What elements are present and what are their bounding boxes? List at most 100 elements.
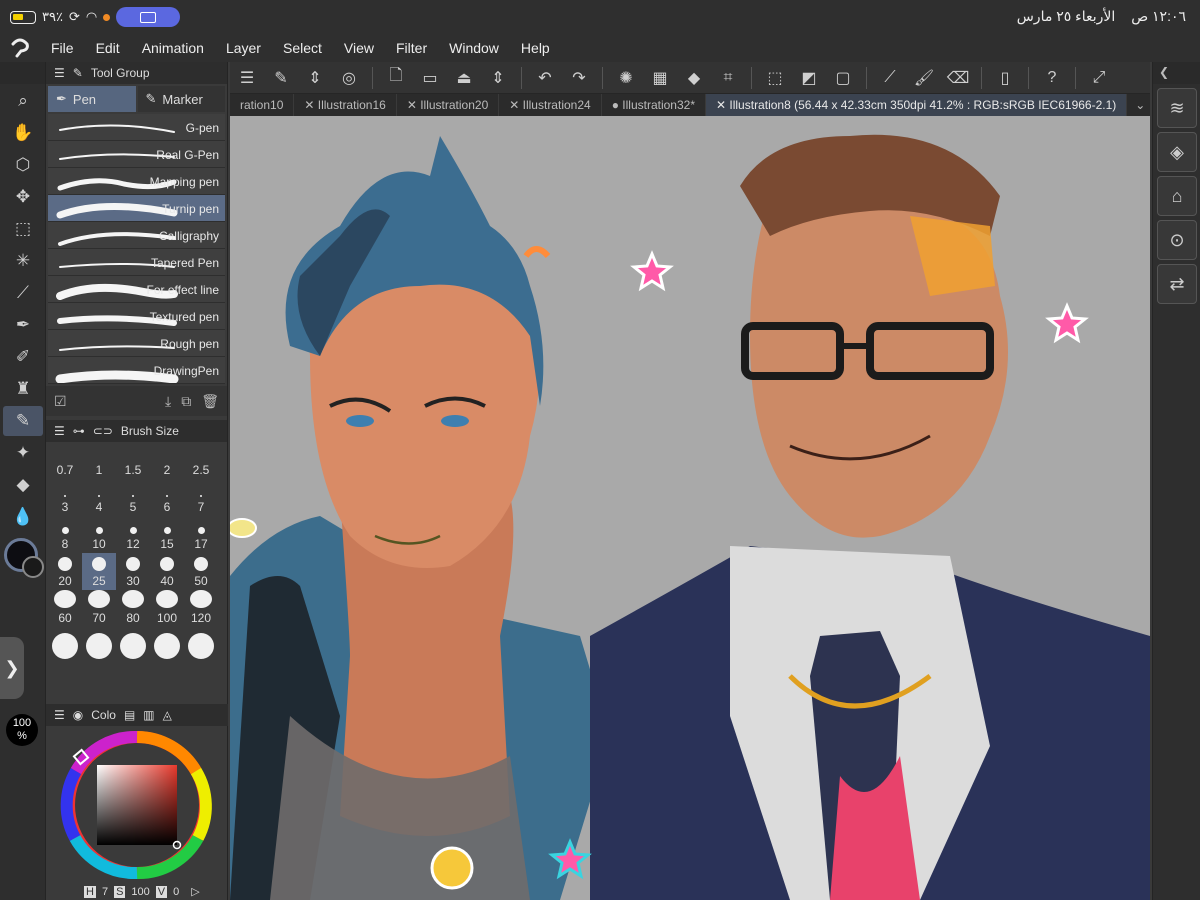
- up-down-chevron-icon-2[interactable]: ⇕: [481, 63, 515, 93]
- layers-icon[interactable]: ≋: [1157, 88, 1197, 128]
- brush-size-option[interactable]: 40: [150, 553, 184, 590]
- brush-size-option[interactable]: 30: [116, 553, 150, 590]
- tab-illustration8[interactable]: ✕ Illustration8 (56.44 x 42.33cm 350dpi …: [706, 94, 1128, 116]
- duplicate-icon[interactable]: ⧉: [181, 393, 191, 410]
- brush-item-g-pen[interactable]: G-pen: [48, 114, 225, 141]
- sub-color-swatch[interactable]: [22, 556, 44, 578]
- selection-icon[interactable]: ▦: [643, 63, 677, 93]
- brush-size-option[interactable]: 50: [184, 553, 218, 590]
- brush-size-option[interactable]: 17: [184, 516, 218, 553]
- menu-window[interactable]: Window: [438, 40, 510, 56]
- brush-size-option[interactable]: 0.7: [48, 442, 82, 479]
- color-set-tab-icon[interactable]: ▤: [124, 708, 135, 722]
- color-history-tab-icon[interactable]: ▥: [143, 708, 154, 722]
- brush-size-option[interactable]: 2: [150, 442, 184, 479]
- brush-size-option[interactable]: 25: [82, 553, 116, 590]
- ruler-icon[interactable]: ⟋: [873, 63, 907, 93]
- brush-size-option[interactable]: [82, 627, 116, 664]
- brush-size-option[interactable]: 3: [48, 479, 82, 516]
- brush-size-option[interactable]: 20: [48, 553, 82, 590]
- menu-layer[interactable]: Layer: [215, 40, 272, 56]
- tab-illustration10[interactable]: ration10: [230, 94, 295, 116]
- color-tab-label[interactable]: Colo: [91, 708, 116, 722]
- brush-item-turnip-pen[interactable]: Turnip pen: [48, 195, 225, 222]
- tab-pen[interactable]: ✒ Pen: [48, 86, 136, 112]
- play-icon[interactable]: ▷: [191, 885, 199, 898]
- brush-stabilizer-icon[interactable]: 🖌: [907, 63, 941, 93]
- layer-property-icon[interactable]: ◈: [1157, 132, 1197, 172]
- brush-size-option[interactable]: 120: [184, 590, 218, 627]
- color-wheel-tab-icon[interactable]: ◉: [73, 708, 83, 722]
- brush-size-option[interactable]: 80: [116, 590, 150, 627]
- brush-size-option[interactable]: 5: [116, 479, 150, 516]
- brush-size-option[interactable]: [48, 627, 82, 664]
- brush-size-option[interactable]: 2.5: [184, 442, 218, 479]
- hand-tool-icon[interactable]: ✋: [3, 118, 43, 148]
- panel-menu-icon[interactable]: ☰: [54, 66, 65, 80]
- selection-border-icon[interactable]: ▢: [826, 63, 860, 93]
- trash-icon[interactable]: 🗑: [201, 393, 219, 410]
- tab-marker[interactable]: ✎ Marker: [137, 86, 225, 112]
- menu-select[interactable]: Select: [272, 40, 333, 56]
- menu-view[interactable]: View: [333, 40, 385, 56]
- pen-tool-icon[interactable]: ✒: [3, 310, 43, 340]
- brush-size-option[interactable]: 4: [82, 479, 116, 516]
- subtool-settings-icon[interactable]: ☑: [54, 393, 67, 410]
- companion-icon[interactable]: ◎: [332, 63, 366, 93]
- undo-icon[interactable]: ↶: [528, 63, 562, 93]
- selection-tool-icon[interactable]: ⬚: [3, 214, 43, 244]
- brush-size-option[interactable]: [116, 627, 150, 664]
- operation-tool-icon[interactable]: ⬡: [3, 150, 43, 180]
- brush-size-option[interactable]: 12: [116, 516, 150, 553]
- save-icon[interactable]: ⏏: [447, 63, 481, 93]
- brush-size-option[interactable]: 1.5: [116, 442, 150, 479]
- brush-size-option[interactable]: 7: [184, 479, 218, 516]
- zoom-badge[interactable]: 100 %: [6, 714, 38, 746]
- brush-size-option[interactable]: 6: [150, 479, 184, 516]
- tab-illustration24[interactable]: ✕ Illustration24: [499, 94, 602, 116]
- new-file-icon[interactable]: 🗋: [379, 63, 413, 93]
- sync-icon[interactable]: ⇄: [1157, 264, 1197, 304]
- auto-select-tool-icon[interactable]: ✳: [3, 246, 43, 276]
- eraser-tool-icon[interactable]: ◆: [3, 470, 43, 500]
- brush-size-option[interactable]: 1: [82, 442, 116, 479]
- screen-mirroring-pill[interactable]: [116, 7, 181, 27]
- brush-size-option[interactable]: 8: [48, 516, 82, 553]
- brush-size-option[interactable]: [184, 627, 218, 664]
- brush-item-rough-pen[interactable]: Rough pen: [48, 330, 225, 357]
- transform-icon[interactable]: ⌗: [711, 63, 745, 93]
- menu-filter[interactable]: Filter: [385, 40, 438, 56]
- panel-menu-icon[interactable]: ☰: [54, 424, 65, 438]
- brush-size-option[interactable]: 100: [150, 590, 184, 627]
- help-icon[interactable]: ?: [1035, 63, 1069, 93]
- close-icon[interactable]: ✕: [407, 98, 420, 112]
- quick-access-icon[interactable]: ✎: [264, 63, 298, 93]
- color-swatches[interactable]: [0, 534, 45, 594]
- brush-item-calligraphy[interactable]: Calligraphy: [48, 222, 225, 249]
- menu-edit[interactable]: Edit: [85, 40, 131, 56]
- brush-size-option[interactable]: 70: [82, 590, 116, 627]
- brush-size-option[interactable]: 60: [48, 590, 82, 627]
- brush-item-for-effect-line[interactable]: For effect line: [48, 276, 225, 303]
- brush-item-textured-pen[interactable]: Textured pen: [48, 303, 225, 330]
- tab-illustration20[interactable]: ✕ Illustration20: [397, 94, 500, 116]
- eyedropper-tool-icon[interactable]: ⟋: [3, 278, 43, 308]
- redo-icon[interactable]: ↷: [562, 63, 596, 93]
- navigator-icon[interactable]: ⊙: [1157, 220, 1197, 260]
- clear-layer-icon[interactable]: ⌫: [941, 63, 975, 93]
- brush-item-real-g-pen[interactable]: Real G-Pen: [48, 141, 225, 168]
- invert-selection-icon[interactable]: ◩: [792, 63, 826, 93]
- tab-illustration16[interactable]: ✕ Illustration16: [294, 94, 397, 116]
- airbrush-tool-icon[interactable]: ♜: [3, 374, 43, 404]
- up-down-chevron-icon[interactable]: ⇕: [298, 63, 332, 93]
- s-value[interactable]: 100: [131, 886, 149, 898]
- close-icon[interactable]: ✕: [509, 98, 522, 112]
- hamburger-menu-icon[interactable]: ☰: [230, 63, 264, 93]
- smartphone-icon[interactable]: ▯: [988, 63, 1022, 93]
- brush-tool-icon[interactable]: ✎: [3, 406, 43, 436]
- collapse-right-chevron-icon[interactable]: ❮: [1153, 62, 1200, 84]
- tab-illustration32[interactable]: ● Illustration32*: [602, 94, 706, 116]
- menu-help[interactable]: Help: [510, 40, 561, 56]
- app-logo-icon[interactable]: [0, 34, 40, 62]
- zoom-tool-icon[interactable]: ⌕: [3, 86, 43, 116]
